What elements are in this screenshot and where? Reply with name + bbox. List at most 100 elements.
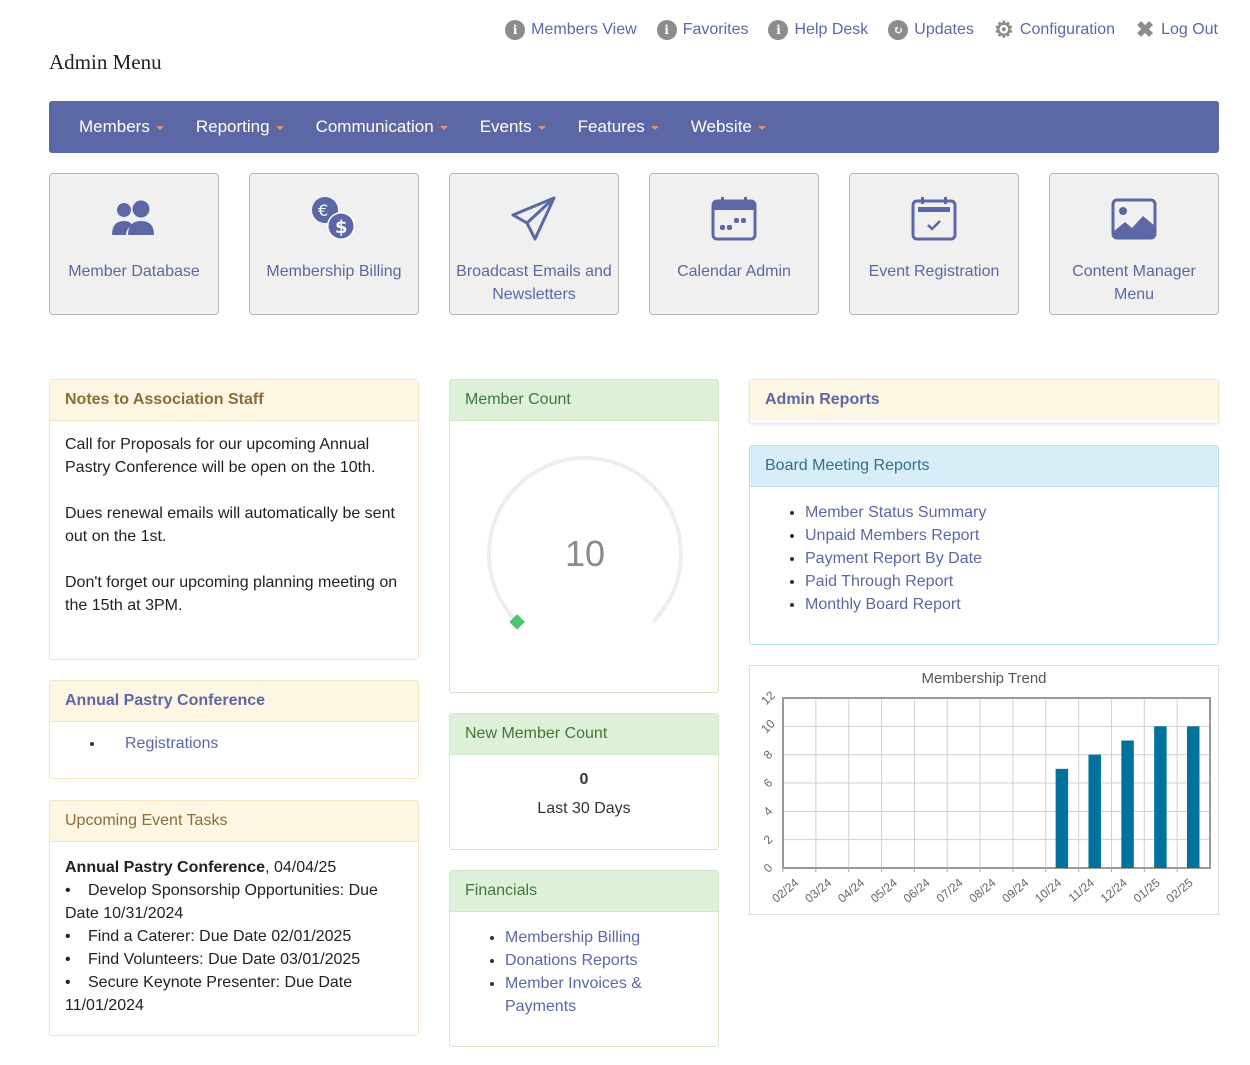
registrations-link[interactable]: Registrations [125, 735, 218, 752]
chart-svg: Membership Trend 0 2 4 6 8 10 12 02/24 03/24 04/… [758, 670, 1211, 906]
updates-link[interactable]: ↻ Updates [888, 20, 974, 40]
log-out-link[interactable]: ✖ Log Out [1135, 17, 1218, 43]
tile-content-manager[interactable]: Content Manager Menu [1049, 173, 1219, 315]
x-tick-label: 08/24 [966, 875, 998, 905]
refresh-icon: ↻ [888, 20, 909, 40]
caret-down-icon [650, 126, 659, 130]
member-invoices-link[interactable]: Member Invoices & Payments [505, 975, 642, 1015]
new-member-count-value: 0 [579, 771, 589, 788]
bar-12-24 [1121, 740, 1134, 868]
bar-02-25 [1187, 726, 1200, 868]
coins-icon: € $ [309, 194, 359, 244]
y-tick-label: 12 [758, 688, 778, 708]
list-item: Monthly Board Report [805, 593, 1198, 616]
payment-report-by-date-link[interactable]: Payment Report By Date [805, 550, 982, 567]
new-member-count-caption: Last 30 Days [537, 800, 631, 817]
members-view-link[interactable]: i Members View [505, 20, 637, 40]
tasks-title: Upcoming Event Tasks [50, 801, 418, 842]
help-desk-link[interactable]: i Help Desk [768, 20, 868, 40]
x-tick-label: 11/24 [1066, 875, 1098, 905]
note-text: Dues renewal emails will automatically b… [65, 505, 395, 545]
y-tick-label: 6 [761, 775, 776, 790]
image-icon [1111, 194, 1157, 244]
tile-member-database[interactable]: Member Database [49, 173, 219, 315]
configuration-link[interactable]: ⚙ Configuration [994, 17, 1115, 43]
conference-title[interactable]: Annual Pastry Conference [50, 681, 418, 722]
task-item: • Find a Caterer: Due Date 02/01/2025 [65, 928, 352, 945]
board-reports-panel: Board Meeting Reports Member Status Summ… [749, 445, 1219, 645]
bar-11-24 [1088, 754, 1101, 868]
donations-reports-link[interactable]: Donations Reports [505, 952, 638, 969]
tile-broadcast-emails[interactable]: Broadcast Emails and Newsletters [449, 173, 619, 315]
close-icon: ✖ [1135, 17, 1155, 43]
member-count-title: Member Count [450, 380, 718, 421]
member-count-value: 10 [565, 533, 605, 574]
svg-text:€: € [318, 201, 328, 220]
membership-trend-chart: Membership Trend 0 2 4 6 8 10 12 02/24 03/24 04/… [749, 665, 1219, 915]
task-item: • Find Volunteers: Due Date 03/01/2025 [65, 951, 361, 968]
task-event-date: , 04/04/25 [265, 859, 337, 876]
notes-title: Notes to Association Staff [50, 380, 418, 421]
notes-panel: Notes to Association Staff Call for Prop… [49, 379, 419, 660]
list-item: Donations Reports [505, 949, 698, 972]
member-count-panel: Member Count 10 [449, 379, 719, 693]
tasks-panel: Upcoming Event Tasks Annual Pastry Confe… [49, 800, 419, 1036]
info-icon: i [505, 20, 526, 40]
nav-reporting[interactable]: Reporting [184, 117, 296, 137]
caret-down-icon [439, 126, 448, 130]
member-status-summary-link[interactable]: Member Status Summary [805, 504, 986, 521]
tile-membership-billing[interactable]: € $ Membership Billing [249, 173, 419, 315]
list-item: Payment Report By Date [805, 547, 1198, 570]
caret-down-icon [757, 126, 766, 130]
member-count-gauge: 10 [487, 456, 683, 630]
favorites-link[interactable]: i Favorites [656, 20, 748, 40]
x-tick-label: 02/25 [1164, 875, 1196, 905]
financials-title: Financials [450, 871, 718, 912]
nav-members[interactable]: Members [67, 117, 176, 137]
x-tick-label: 09/24 [999, 875, 1031, 905]
x-tick-label: 02/24 [769, 875, 801, 905]
task-item: • Secure Keynote Presenter: Due Date 11/0… [65, 974, 353, 1014]
tile-calendar-admin[interactable]: Calendar Admin [649, 173, 819, 315]
y-tick-label: 2 [761, 832, 776, 847]
users-icon [110, 194, 158, 244]
info-icon: i [656, 20, 677, 40]
new-member-count-panel: New Member Count 0 Last 30 Days [449, 713, 719, 850]
bar-10-24 [1055, 768, 1069, 868]
y-tick-label: 8 [761, 747, 776, 762]
tile-event-registration[interactable]: Event Registration [849, 173, 1019, 315]
admin-reports-title[interactable]: Admin Reports [750, 380, 1218, 420]
task-event-name: Annual Pastry Conference [65, 859, 266, 876]
note-text: Call for Proposals for our upcoming Annu… [65, 436, 376, 476]
gear-icon: ⚙ [994, 17, 1014, 43]
chart-title: Membership Trend [921, 670, 1046, 687]
nav-communication[interactable]: Communication [304, 117, 460, 137]
nav-events[interactable]: Events [468, 117, 558, 137]
page-title: Admin Menu [49, 50, 162, 74]
paid-through-report-link[interactable]: Paid Through Report [805, 573, 953, 590]
x-tick-label: 10/24 [1032, 875, 1064, 905]
info-icon: i [768, 20, 789, 40]
svg-text:$: $ [335, 217, 348, 238]
list-item: Member Invoices & Payments [505, 972, 698, 1018]
caret-down-icon [537, 126, 546, 130]
caret-down-icon [275, 126, 284, 130]
nav-features[interactable]: Features [566, 117, 671, 137]
calendar-check-icon [911, 194, 957, 244]
x-tick-label: 04/24 [835, 875, 867, 905]
y-tick-label: 10 [758, 716, 778, 736]
conference-panel: Annual Pastry Conference Registrations [49, 680, 419, 779]
membership-billing-link[interactable]: Membership Billing [505, 929, 640, 946]
unpaid-members-report-link[interactable]: Unpaid Members Report [805, 527, 979, 544]
quick-tiles: Member Database € $ Membership Billing Br… [49, 173, 1219, 315]
x-tick-label: 05/24 [868, 875, 900, 905]
x-tick-label: 01/25 [1131, 875, 1163, 905]
monthly-board-report-link[interactable]: Monthly Board Report [805, 596, 961, 613]
main-nav: Members Reporting Communication Events F… [49, 101, 1219, 153]
list-item: Member Status Summary [805, 501, 1198, 524]
list-item: Unpaid Members Report [805, 524, 1198, 547]
x-tick-label: 07/24 [934, 875, 966, 905]
note-text: Don't forget our upcoming planning meeti… [65, 574, 398, 614]
calendar-icon [711, 194, 757, 244]
nav-website[interactable]: Website [679, 117, 778, 137]
